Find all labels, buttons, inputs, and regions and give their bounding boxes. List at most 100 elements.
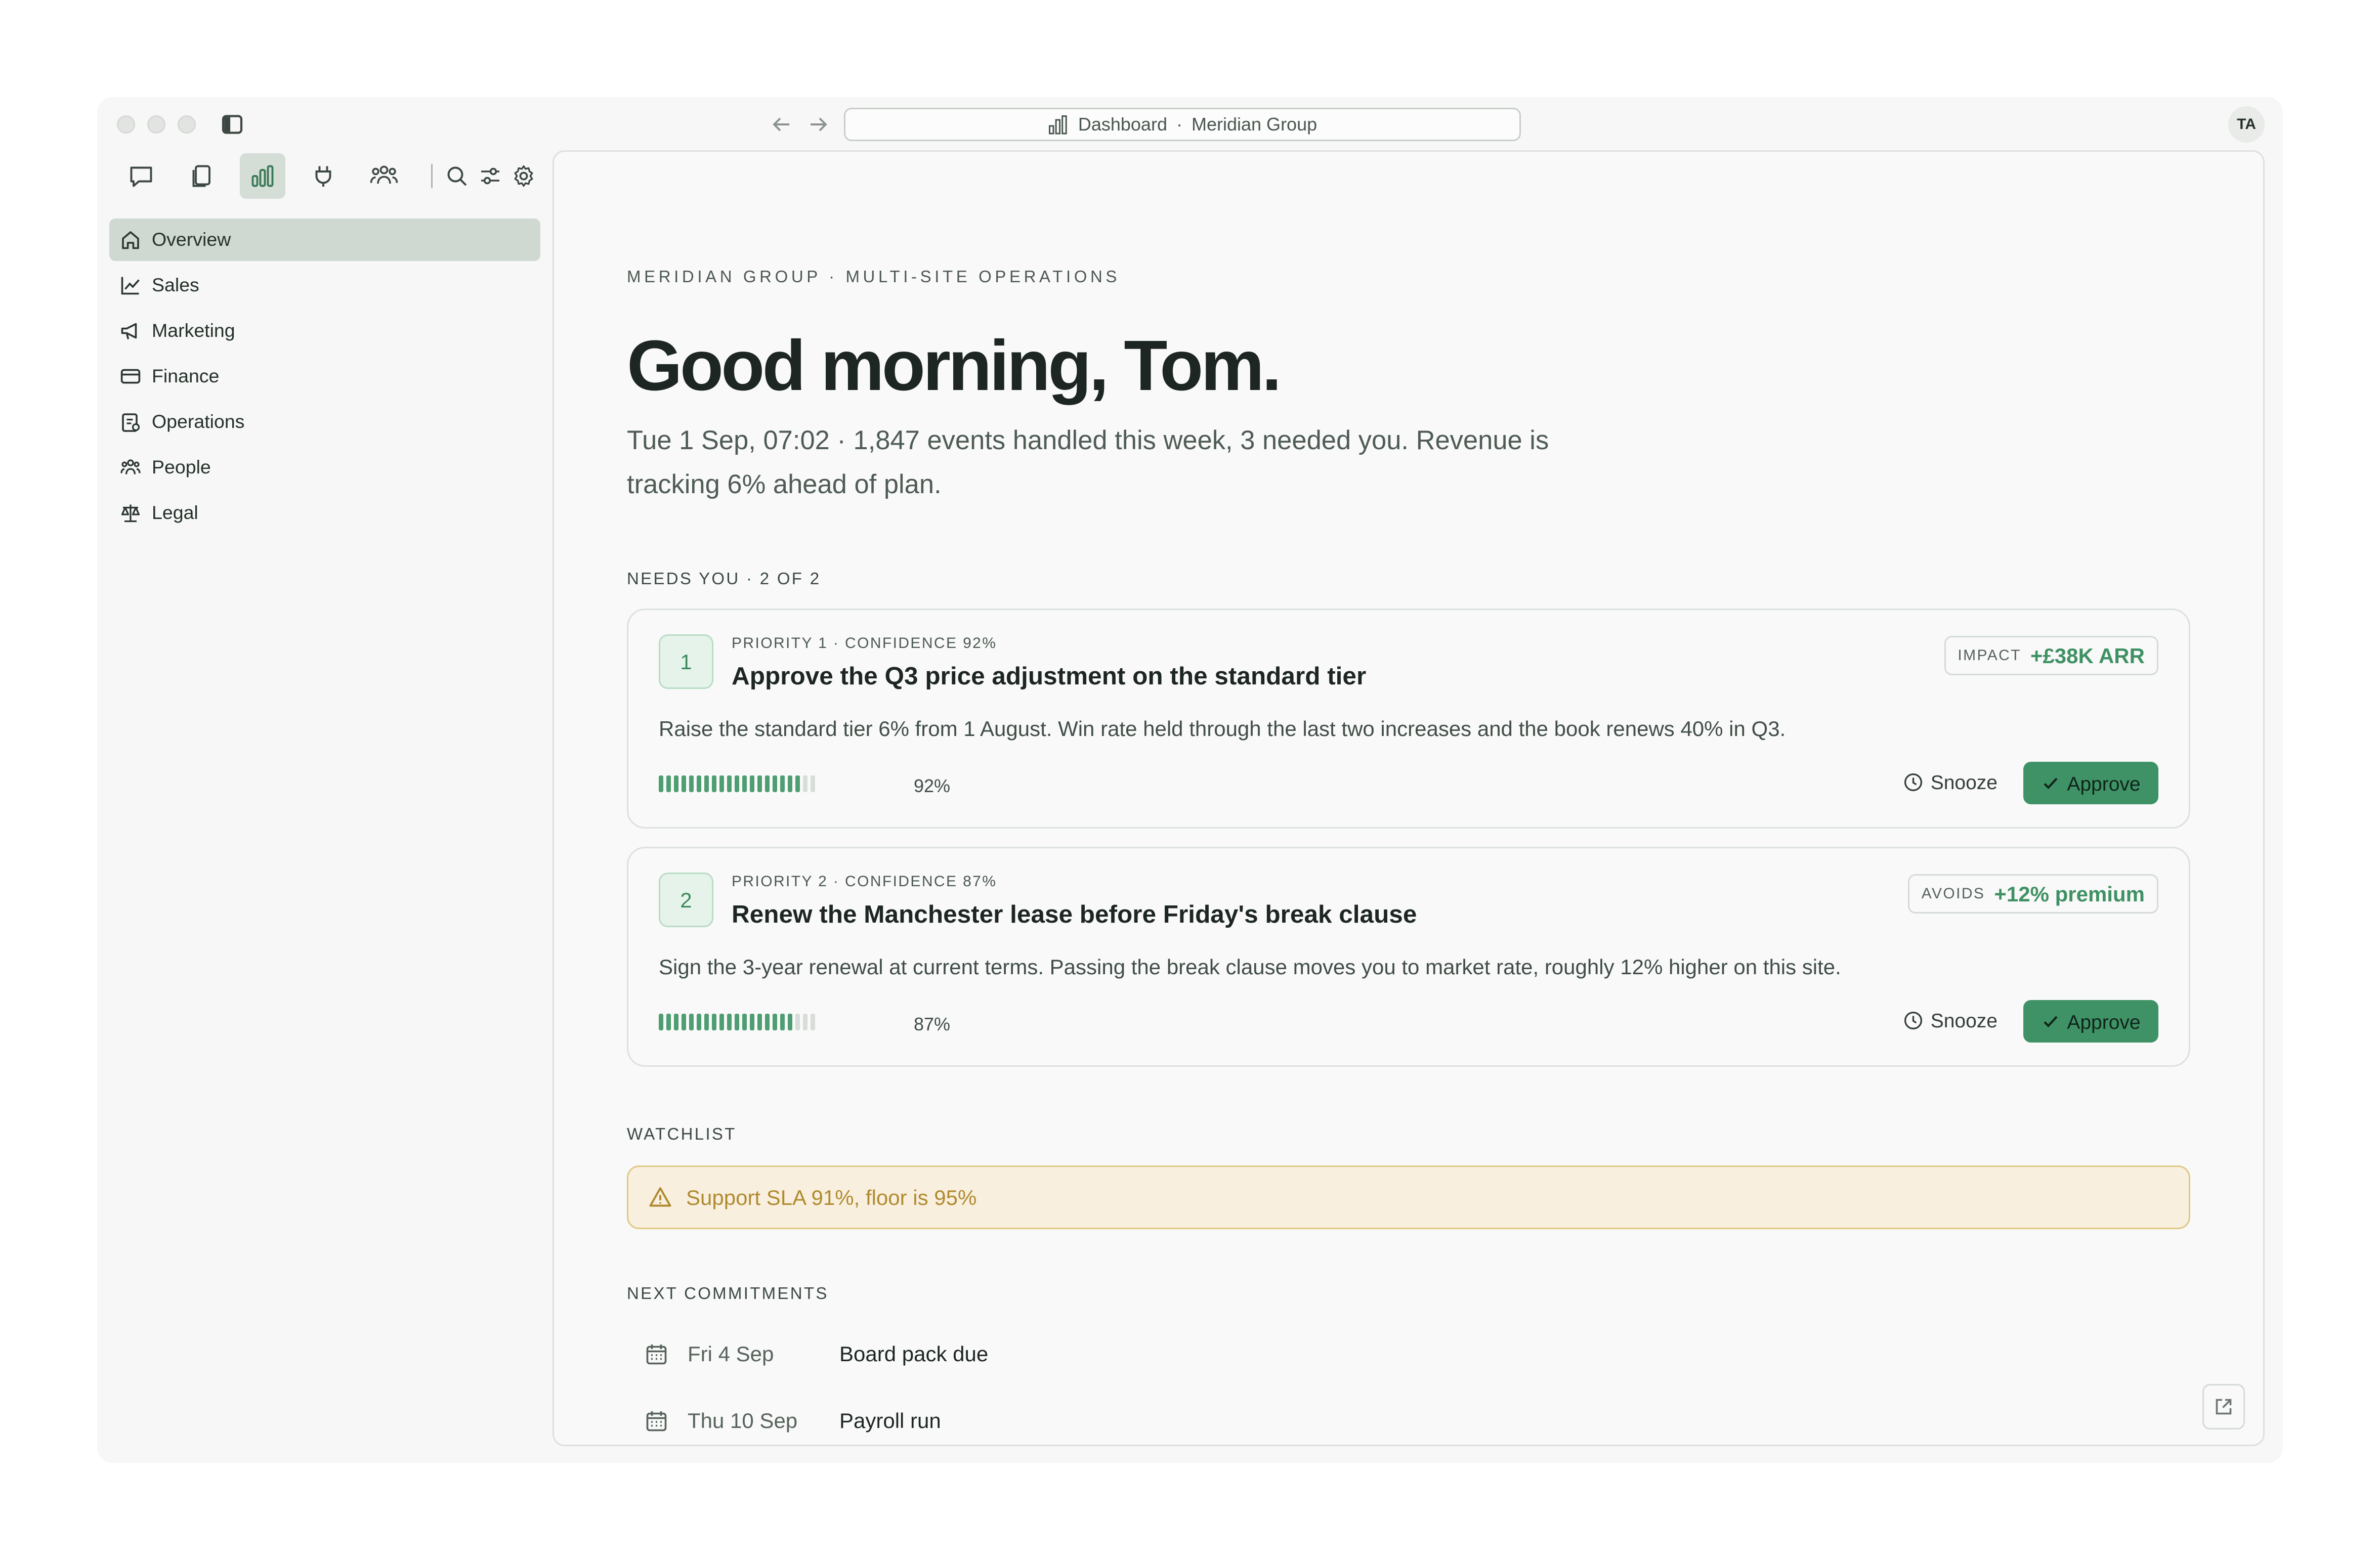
megaphone-icon [121, 323, 137, 339]
minimize-window-button[interactable] [147, 115, 165, 134]
confidence-segment [757, 775, 762, 792]
snooze-label: Snooze [1930, 1009, 1998, 1032]
avatar[interactable]: TA [2228, 106, 2265, 143]
calendar-icon [646, 1344, 667, 1364]
snooze-button[interactable]: Snooze [1903, 1009, 1998, 1032]
approve-button[interactable]: Approve [2023, 762, 2158, 804]
confidence-segment [659, 775, 663, 792]
plug-icon[interactable] [301, 153, 346, 199]
bar-chart-icon[interactable] [240, 153, 285, 199]
confidence-segment [795, 1014, 800, 1030]
sidebar-nav: Overview Sales Marketing Finance Operati… [109, 219, 540, 537]
gear-icon[interactable] [508, 153, 539, 199]
sliders-icon[interactable] [475, 153, 505, 199]
impact-badge: AVOIDS +12% premium [1907, 874, 2158, 914]
sidebar-item-operations[interactable]: Operations [109, 401, 540, 443]
approve-label: Approve [2067, 1010, 2141, 1033]
priority-meta: PRIORITY 2 · CONFIDENCE 87% [732, 874, 997, 891]
open-external-icon[interactable] [2202, 1384, 2245, 1429]
needs-you-heading: NEEDS YOU · 2 OF 2 [627, 571, 821, 589]
confidence-segment [674, 775, 678, 792]
commitment-title: Payroll run [839, 1408, 941, 1433]
confidence-segment [780, 1014, 785, 1030]
confidence-segment [780, 775, 785, 792]
confidence-segment [697, 775, 701, 792]
sidebar-item-finance[interactable]: Finance [109, 355, 540, 398]
warning-icon [649, 1187, 671, 1207]
clock-icon [1904, 1011, 1922, 1030]
home-icon [122, 231, 139, 249]
zoom-window-button[interactable] [178, 115, 196, 134]
check-icon [2043, 1016, 2057, 1028]
commitment-title: Board pack due [839, 1341, 989, 1366]
sidebar-item-label: People [152, 457, 211, 478]
confidence-segment [735, 1014, 739, 1030]
snooze-button[interactable]: Snooze [1903, 771, 1998, 794]
sidebar-item-label: Marketing [152, 320, 235, 341]
confidence-segment [773, 775, 777, 792]
impact-badge: IMPACT +£38K ARR [1944, 636, 2158, 675]
address-bar[interactable]: Dashboard · Meridian Group [844, 108, 1521, 141]
sidebar-item-sales[interactable]: Sales [109, 264, 540, 307]
sidebar-item-label: Finance [152, 366, 220, 387]
confidence-segment [765, 1014, 770, 1030]
chat-icon[interactable] [118, 153, 164, 199]
commitment-row[interactable]: Fri 4 Sep Board pack due [645, 1341, 988, 1366]
app-window: Dashboard · Meridian Group TA Overview S… [97, 97, 2283, 1463]
confidence-segment [803, 1014, 808, 1030]
team-icon[interactable] [361, 153, 407, 199]
confidence-percent: 92% [914, 775, 951, 797]
search-icon[interactable] [442, 153, 472, 199]
confidence-segment [697, 1014, 701, 1030]
sidebar-item-legal[interactable]: Legal [109, 492, 540, 534]
check-icon [2043, 777, 2057, 790]
confidence-segment [773, 1014, 777, 1030]
sidebar-item-label: Operations [152, 411, 245, 432]
sidebar-item-people[interactable]: People [109, 446, 540, 489]
watchlist-alert[interactable]: Support SLA 91%, floor is 95% [627, 1165, 2190, 1229]
toolbar-divider [431, 164, 433, 188]
confidence-segment [811, 1014, 815, 1030]
confidence-segment [765, 775, 770, 792]
confidence-segment [727, 1014, 732, 1030]
line-chart-icon [121, 277, 140, 295]
org-eyebrow: MERIDIAN GROUP · MULTI-SITE OPERATIONS [627, 269, 1121, 287]
confidence-segment [704, 1014, 709, 1030]
close-window-button[interactable] [117, 115, 135, 134]
priority-number: 2 [659, 873, 713, 927]
summary-text: Tue 1 Sep, 07:02 · 1,847 events handled … [627, 425, 1549, 499]
confidence-segment [659, 1014, 663, 1030]
card-title: Approve the Q3 price adjustment on the s… [732, 663, 1367, 690]
watchlist-heading: WATCHLIST [627, 1126, 737, 1144]
commitment-date: Thu 10 Sep [688, 1408, 798, 1433]
commitment-row[interactable]: Thu 10 Sep Payroll run [645, 1408, 941, 1433]
confidence-segment [757, 1014, 762, 1030]
address-separator: · [1176, 114, 1182, 135]
forward-arrow-icon[interactable] [806, 112, 830, 137]
sidebar-item-marketing[interactable]: Marketing [109, 310, 540, 352]
confidence-segment [674, 1014, 678, 1030]
sidebar-item-overview[interactable]: Overview [109, 219, 540, 261]
impact-label: IMPACT [1958, 647, 2021, 664]
sidebar-item-label: Legal [152, 502, 198, 524]
documents-icon[interactable] [179, 153, 225, 199]
watchlist-text: Support SLA 91%, floor is 95% [686, 1185, 977, 1209]
bar-chart-icon [1049, 115, 1068, 135]
priority-meta: PRIORITY 1 · CONFIDENCE 92% [732, 636, 997, 653]
confidence-segment [811, 775, 815, 792]
confidence-segment [712, 775, 716, 792]
address-section: Dashboard [1078, 114, 1167, 135]
calendar-icon [646, 1410, 667, 1431]
main-panel: MERIDIAN GROUP · MULTI-SITE OPERATIONS G… [552, 150, 2265, 1446]
card-description: Raise the standard tier 6% from 1 August… [659, 716, 1786, 741]
confidence-segment [803, 775, 808, 792]
back-arrow-icon[interactable] [770, 112, 794, 137]
confidence-segment [704, 775, 709, 792]
sidebar-toolbar [118, 153, 542, 199]
confidence-segment [689, 1014, 694, 1030]
confidence-segment [666, 1014, 671, 1030]
sidebar-toggle-icon[interactable] [220, 112, 244, 137]
confidence-segment [727, 775, 732, 792]
confidence-segment [682, 1014, 686, 1030]
approve-button[interactable]: Approve [2023, 1000, 2158, 1043]
